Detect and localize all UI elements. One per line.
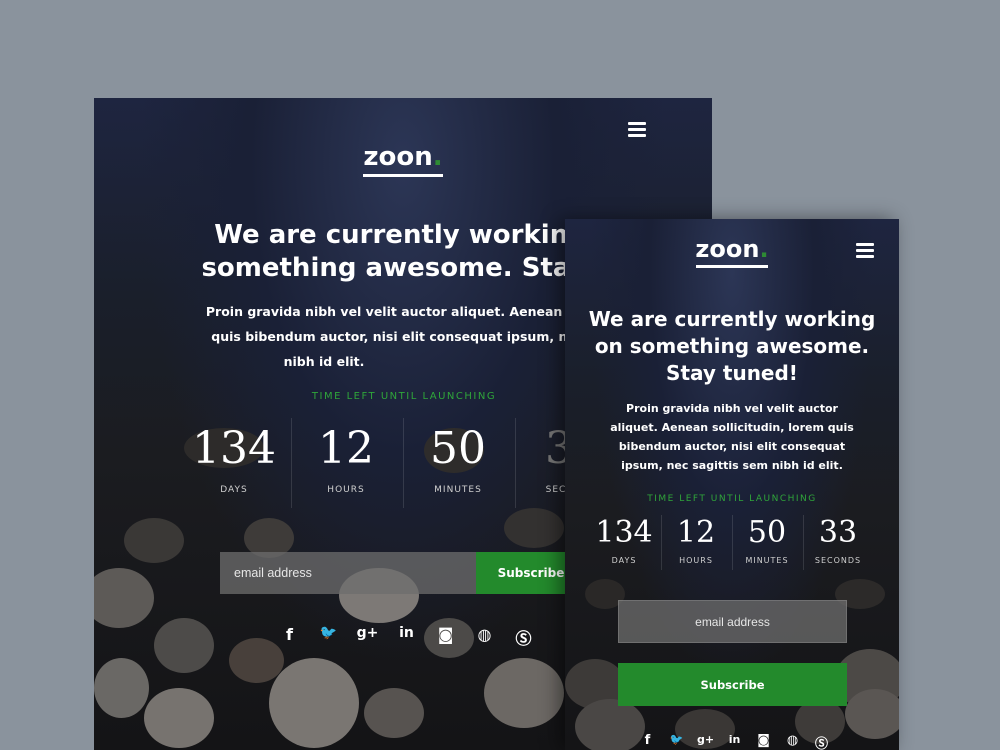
google-plus-icon[interactable]: g+ [691,733,720,750]
skype-icon[interactable]: Ⓢ [504,625,543,649]
email-input[interactable] [220,552,476,594]
logo-underline [363,174,443,177]
countdown-minutes-value: 50 [430,423,486,474]
menu-icon[interactable] [856,243,874,258]
logo-dot: . [759,235,769,263]
time-left-label: TIME LEFT UNTIL LAUNCHING [311,391,497,402]
time-left-label: TIME LEFT UNTIL LAUNCHING [647,494,817,504]
logo[interactable]: zoon. [682,235,782,263]
countdown-days-value: 134 [192,423,276,474]
countdown-divider [403,418,404,508]
logo-dot: . [432,142,443,172]
logo-text: zoon [695,235,760,263]
logo-text: zoon [363,142,433,172]
countdown-hours-label: HOURS [679,556,713,565]
logo[interactable]: zoon. [353,142,453,172]
countdown-minutes-label: MINUTES [745,556,789,565]
countdown-divider [515,418,516,508]
subscribe-button[interactable]: Subscribe [618,663,847,706]
social-links: f 🐦 g+ in ◙ ◍ Ⓢ [270,625,543,649]
twitter-icon[interactable]: 🐦 [309,625,348,649]
countdown-hours-label: HOURS [327,485,365,495]
linkedin-icon[interactable]: in [387,625,426,649]
description-line-1: Proin gravida nibh vel velit auctor [626,402,838,415]
headline-line-1: We are currently working [588,307,876,331]
google-plus-icon[interactable]: g+ [348,625,387,649]
description-line-3: bibendum auctor, nisi elit consequat [618,440,846,453]
social-links: f 🐦 g+ in ◙ ◍ Ⓢ [633,733,836,750]
description-line-2: aliquet. Aenean sollicitudin, lorem quis [610,421,854,434]
headline-line-3: Stay tuned! [666,361,798,385]
headline-line-2: on something awesome. [594,334,870,358]
countdown-minutes-value: 50 [747,515,787,550]
description-line-4: ipsum, nec sagittis sem nibh id elit. [621,459,843,472]
logo-underline [696,265,768,268]
mobile-mockup: zoon. We are currently working on someth… [565,219,899,750]
countdown-seconds-value: 33 [818,515,858,550]
countdown-hours-value: 12 [318,423,374,474]
countdown-days-label: DAYS [220,485,248,495]
countdown-days-label: DAYS [611,556,637,565]
countdown-seconds-label: SECONDS [814,556,862,565]
countdown-hours-value: 12 [676,515,716,550]
countdown-minutes-label: MINUTES [434,485,482,495]
facebook-icon[interactable]: f [633,733,662,750]
email-input[interactable] [618,600,847,643]
dribbble-icon[interactable]: ◍ [465,625,504,649]
twitter-icon[interactable]: 🐦 [662,733,691,750]
instagram-icon[interactable]: ◙ [749,733,778,750]
linkedin-icon[interactable]: in [720,733,749,750]
description-line-3: nibh id elit. [283,354,365,369]
skype-icon[interactable]: Ⓢ [807,733,836,750]
facebook-icon[interactable]: f [270,625,309,649]
dribbble-icon[interactable]: ◍ [778,733,807,750]
menu-icon[interactable] [628,122,646,137]
countdown-days-value: 134 [595,515,653,550]
instagram-icon[interactable]: ◙ [426,625,465,649]
countdown-divider [291,418,292,508]
